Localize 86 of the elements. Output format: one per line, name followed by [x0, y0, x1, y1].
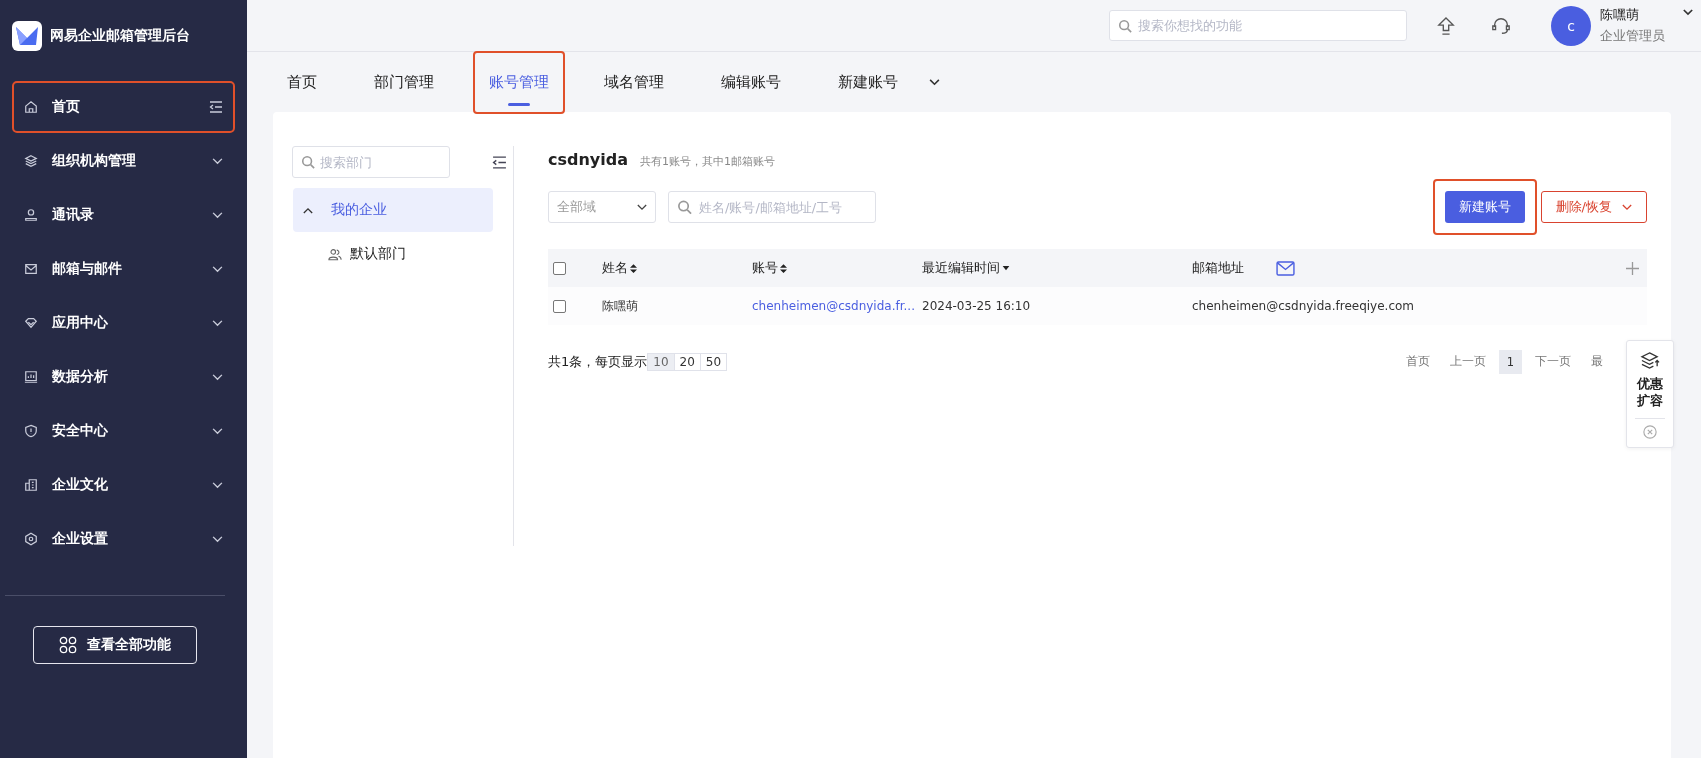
- grid-icon: [59, 636, 77, 654]
- table-cell-text: 陈嘿萌: [602, 297, 639, 315]
- page-link[interactable]: 下一页: [1525, 349, 1581, 374]
- chevron-down-icon: [212, 535, 223, 543]
- tab[interactable]: 首页: [269, 58, 335, 106]
- tab[interactable]: 新建账号: [820, 58, 916, 106]
- column-header[interactable]: 姓名: [602, 259, 637, 277]
- column-header[interactable]: 邮箱地址: [1192, 259, 1244, 277]
- column-header[interactable]: 账号: [752, 259, 787, 277]
- nav-item[interactable]: 企业文化: [12, 459, 235, 511]
- user-role: 企业管理员: [1600, 27, 1665, 45]
- user-name[interactable]: 陈嘿萌: [1600, 6, 1665, 24]
- search-icon: [301, 155, 315, 169]
- search-icon: [677, 199, 692, 215]
- page-link[interactable]: 上一页: [1439, 349, 1496, 374]
- nav-item[interactable]: 企业设置: [12, 513, 235, 565]
- table-cell-text: chenheimen@csdnyida.freeqiye.com: [1192, 299, 1416, 313]
- home-icon: [24, 100, 38, 114]
- account-link[interactable]: chenheimen@csdnyida.fr...: [752, 299, 922, 313]
- page-size-option[interactable]: 10: [647, 352, 675, 371]
- nav-item[interactable]: 通讯录: [12, 189, 235, 241]
- delete-restore-button[interactable]: 删除/恢复: [1540, 191, 1647, 223]
- mail-icon[interactable]: [1276, 260, 1295, 276]
- search-icon: [1118, 18, 1132, 33]
- tab[interactable]: 账号管理: [473, 50, 565, 114]
- pagination-summary: 共1条，每页显示: [548, 352, 648, 371]
- all-features-button[interactable]: 查看全部功能: [33, 626, 197, 664]
- building-icon: [24, 478, 38, 492]
- logo-icon: [12, 21, 42, 51]
- department-search-field[interactable]: 搜索部门: [292, 146, 450, 178]
- search-field[interactable]: 搜索你想找的功能: [1109, 10, 1407, 41]
- nav-item[interactable]: 数据分析: [12, 351, 235, 403]
- promo-label[interactable]: 优惠扩容: [1637, 376, 1663, 410]
- user-icon: [24, 208, 38, 222]
- chevron-down-icon: [637, 203, 647, 211]
- domain-title: csdnyida: [548, 150, 628, 169]
- chevron-down-icon: [212, 319, 223, 327]
- mail-icon: [24, 262, 38, 276]
- caret-icon[interactable]: [1683, 9, 1693, 16]
- shield-icon: [24, 424, 38, 438]
- chevron-down-icon: [212, 265, 223, 273]
- tree-item[interactable]: 我的企业: [293, 188, 493, 232]
- checkbox[interactable]: [553, 261, 566, 275]
- chevron-down-icon: [212, 427, 223, 435]
- tab[interactable]: 部门管理: [356, 58, 452, 106]
- nav-item[interactable]: 安全中心: [12, 405, 235, 457]
- checkbox[interactable]: [553, 299, 566, 313]
- page-link[interactable]: 首页: [1395, 349, 1440, 374]
- account-summary: 共有1账号，其中1邮箱账号: [640, 154, 775, 169]
- chevron-down-icon: [1622, 203, 1632, 211]
- layers-icon[interactable]: [1639, 351, 1661, 370]
- sort-desc-icon[interactable]: [1002, 265, 1010, 271]
- app-title: 网易企业邮箱管理后台: [50, 27, 190, 45]
- account-search-field[interactable]: 姓名/账号/邮箱地址/工号: [668, 191, 876, 223]
- chevron-down-icon: [212, 373, 223, 381]
- sort-icon[interactable]: [630, 262, 637, 274]
- page-size-option[interactable]: 50: [700, 352, 728, 371]
- tree-item[interactable]: 默认部门: [293, 232, 513, 276]
- new-account-button[interactable]: 新建账号: [1444, 191, 1525, 223]
- nav-item[interactable]: 组织机构管理: [12, 135, 235, 187]
- page-size-option[interactable]: 20: [674, 352, 701, 371]
- table-cell-text: 2024-03-25 16:10: [922, 299, 1032, 313]
- headset-icon[interactable]: [1491, 15, 1511, 36]
- chevron-down-icon: [212, 157, 223, 165]
- chevron-down-icon[interactable]: [929, 78, 940, 86]
- chart-icon: [24, 370, 38, 384]
- sort-icon[interactable]: [780, 262, 787, 274]
- gear-icon: [24, 532, 38, 546]
- upload-icon[interactable]: [1437, 15, 1455, 36]
- column-header[interactable]: 最近编辑时间: [922, 259, 1010, 277]
- nav-item[interactable]: 邮箱与邮件: [12, 243, 235, 295]
- page-link[interactable]: 最: [1581, 349, 1613, 374]
- tab[interactable]: 域名管理: [586, 58, 682, 106]
- layers-icon: [24, 154, 38, 168]
- gem-icon: [24, 316, 38, 330]
- add-column-icon[interactable]: [1626, 261, 1639, 275]
- page-link[interactable]: 1: [1498, 349, 1522, 374]
- chevron-down-icon: [212, 211, 223, 219]
- nav-item[interactable]: 应用中心: [12, 297, 235, 349]
- users-icon: [328, 247, 342, 261]
- collapse-icon[interactable]: [492, 155, 507, 169]
- chevron-down-icon: [212, 481, 223, 489]
- chevron-icon[interactable]: [303, 206, 313, 214]
- nav-item[interactable]: 首页: [12, 81, 235, 133]
- avatar[interactable]: c: [1551, 5, 1591, 46]
- tab[interactable]: 编辑账号: [703, 58, 799, 106]
